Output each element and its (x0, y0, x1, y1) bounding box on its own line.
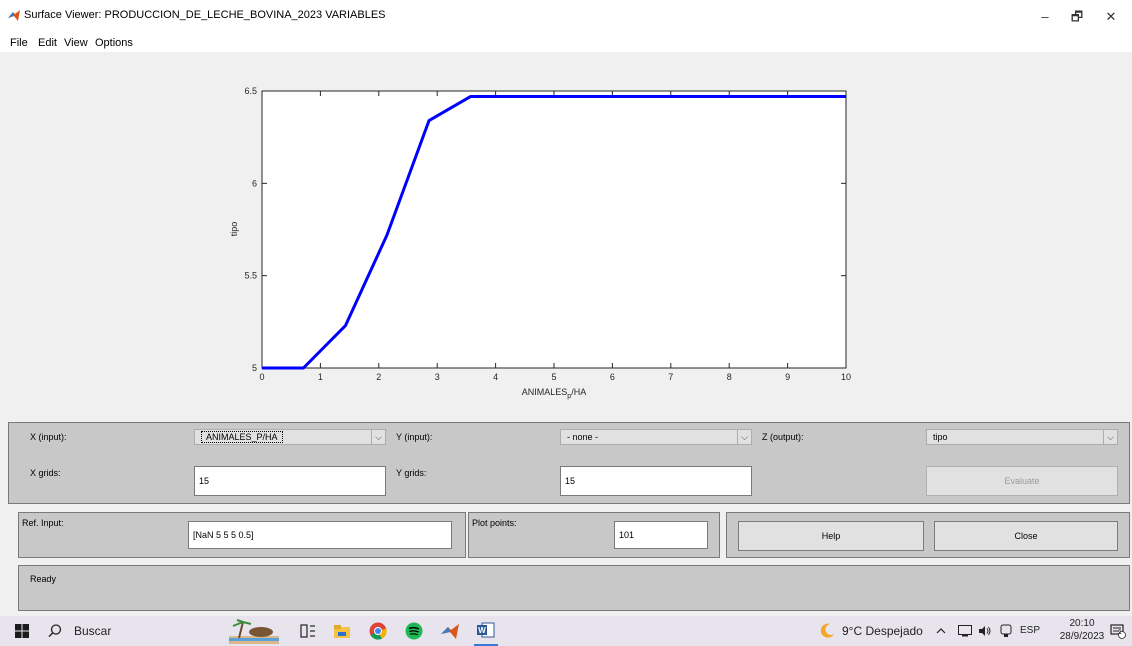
task-view-icon[interactable] (296, 616, 320, 646)
y-tick-label: 6.5 (244, 86, 257, 96)
plot-axes-box (261, 90, 847, 369)
y-tick-label: 5.5 (244, 271, 257, 281)
x-tick-label: 9 (785, 372, 790, 382)
x-tick-label: 2 (376, 372, 381, 382)
x-tick-label: 6 (610, 372, 615, 382)
file-explorer-icon[interactable] (330, 616, 354, 646)
y-grids-field[interactable]: 15 (560, 466, 752, 496)
z-output-value: tipo (933, 432, 948, 442)
search-placeholder: Buscar (74, 624, 112, 638)
x-tick-label: 8 (727, 372, 732, 382)
chrome-glyph (369, 622, 387, 640)
folder-glyph (334, 625, 350, 638)
search-box[interactable]: Buscar (48, 616, 198, 646)
menu-bar: File Edit View Options (0, 36, 1132, 52)
plot-points-label: Plot points: (472, 518, 517, 528)
volume-icon[interactable] (976, 616, 994, 646)
plot-points-field[interactable]: 101 (614, 521, 708, 549)
x-axis-label: ANIMALESp/HA (522, 387, 586, 400)
x-grids-label: X grids: (30, 468, 61, 478)
status-panel (18, 565, 1130, 611)
pen-ink-icon[interactable] (998, 616, 1014, 646)
task-view-glyph (300, 624, 315, 638)
word-icon[interactable]: W (474, 616, 498, 646)
spotify-icon[interactable] (402, 616, 426, 646)
help-button[interactable]: Help (738, 521, 924, 551)
y-axis-label: tipo (229, 222, 239, 237)
control-area: X (input): ANIMALES_P/HA ⌵ Y (input): - … (0, 410, 1132, 616)
x-tick-label: 4 (493, 372, 498, 382)
taskbar: Buscar W 9°C Despejado ESP 20:10 28/9/20… (0, 616, 1132, 646)
ref-input-field[interactable]: [NaN 5 5 5 0.5] (188, 521, 452, 549)
close-button[interactable]: Close (934, 521, 1118, 551)
x-tick-label: 0 (259, 372, 264, 382)
evaluate-button[interactable]: Evaluate (926, 466, 1118, 496)
language-indicator[interactable]: ESP (1020, 625, 1040, 636)
x-input-select[interactable]: ANIMALES_P/HA ⌵ (194, 429, 386, 445)
volume-glyph (979, 626, 991, 636)
matlab-taskbar-icon[interactable] (438, 616, 462, 646)
svg-text:W: W (478, 626, 486, 635)
ref-input-label: Ref. Input: (22, 518, 64, 528)
chevron-down-icon: ⌵ (737, 430, 751, 444)
x-input-label: X (input): (30, 432, 67, 442)
y-tick-label: 5 (252, 363, 257, 373)
y-input-label: Y (input): (396, 432, 433, 442)
close-window-button[interactable]: ✕ (1096, 6, 1126, 28)
network-glyph (958, 625, 972, 637)
notifications-icon[interactable]: 1 (1108, 616, 1128, 646)
notification-count: 1 (1118, 629, 1122, 636)
x-grids-field[interactable]: 15 (194, 466, 386, 496)
chevron-down-icon: ⌵ (1103, 430, 1117, 444)
clock-time[interactable]: 20:10 (1062, 618, 1102, 629)
menu-options[interactable]: Options (95, 37, 133, 49)
word-glyph: W (477, 622, 495, 638)
restore-button[interactable]: 🗗 (1062, 6, 1092, 28)
matlab-icon (8, 10, 20, 21)
y-input-value: - none - (567, 432, 599, 442)
pen-glyph (1000, 624, 1012, 637)
y-grids-label: Y grids: (396, 468, 427, 478)
search-icon (48, 624, 62, 638)
x-tick-label: 3 (435, 372, 440, 382)
menu-view[interactable]: View (64, 37, 88, 49)
x-tick-label: 10 (841, 372, 851, 382)
menu-edit[interactable]: Edit (38, 37, 57, 49)
surface-plot[interactable]: 0 1 2 3 4 5 6 7 8 9 10 5 5.5 6 6.5 ANIMALESp/HA tipo (0, 52, 1132, 410)
z-output-select[interactable]: tipo ⌵ (926, 429, 1118, 445)
windows-logo-icon (15, 624, 29, 638)
y-input-select[interactable]: - none - ⌵ (560, 429, 752, 445)
chevron-up-glyph (936, 628, 946, 634)
beach-widget-icon[interactable] (228, 616, 280, 646)
beach-image-icon (229, 619, 279, 644)
chrome-icon[interactable] (366, 616, 390, 646)
x-tick-label: 5 (551, 372, 556, 382)
x-input-value: ANIMALES_P/HA (201, 431, 283, 443)
network-icon[interactable] (956, 616, 974, 646)
y-tick-label: 6 (252, 178, 257, 188)
z-output-label: Z (output): (762, 432, 804, 442)
spotify-glyph (405, 622, 423, 640)
matlab-glyph (441, 624, 459, 639)
start-button[interactable] (10, 616, 34, 646)
minimize-button[interactable]: – (1030, 6, 1060, 28)
clock-date[interactable]: 28/9/2023 (1056, 631, 1108, 642)
chevron-down-icon: ⌵ (371, 430, 385, 444)
moon-glyph (820, 623, 834, 638)
window-title: Surface Viewer: PRODUCCION_DE_LECHE_BOVI… (24, 9, 386, 21)
x-tick-label: 7 (668, 372, 673, 382)
weather-text[interactable]: 9°C Despejado (842, 624, 923, 638)
status-text: Ready (30, 574, 57, 584)
weather-moon-icon[interactable] (816, 616, 838, 646)
x-tick-label: 1 (318, 372, 323, 382)
title-bar: Surface Viewer: PRODUCCION_DE_LECHE_BOVI… (0, 0, 1132, 36)
plot-figure: 0 1 2 3 4 5 6 7 8 9 10 5 5.5 6 6.5 ANIMALESp/HA tipo (0, 52, 1132, 410)
menu-file[interactable]: File (10, 37, 28, 49)
tray-chevron-up-icon[interactable] (934, 616, 948, 646)
